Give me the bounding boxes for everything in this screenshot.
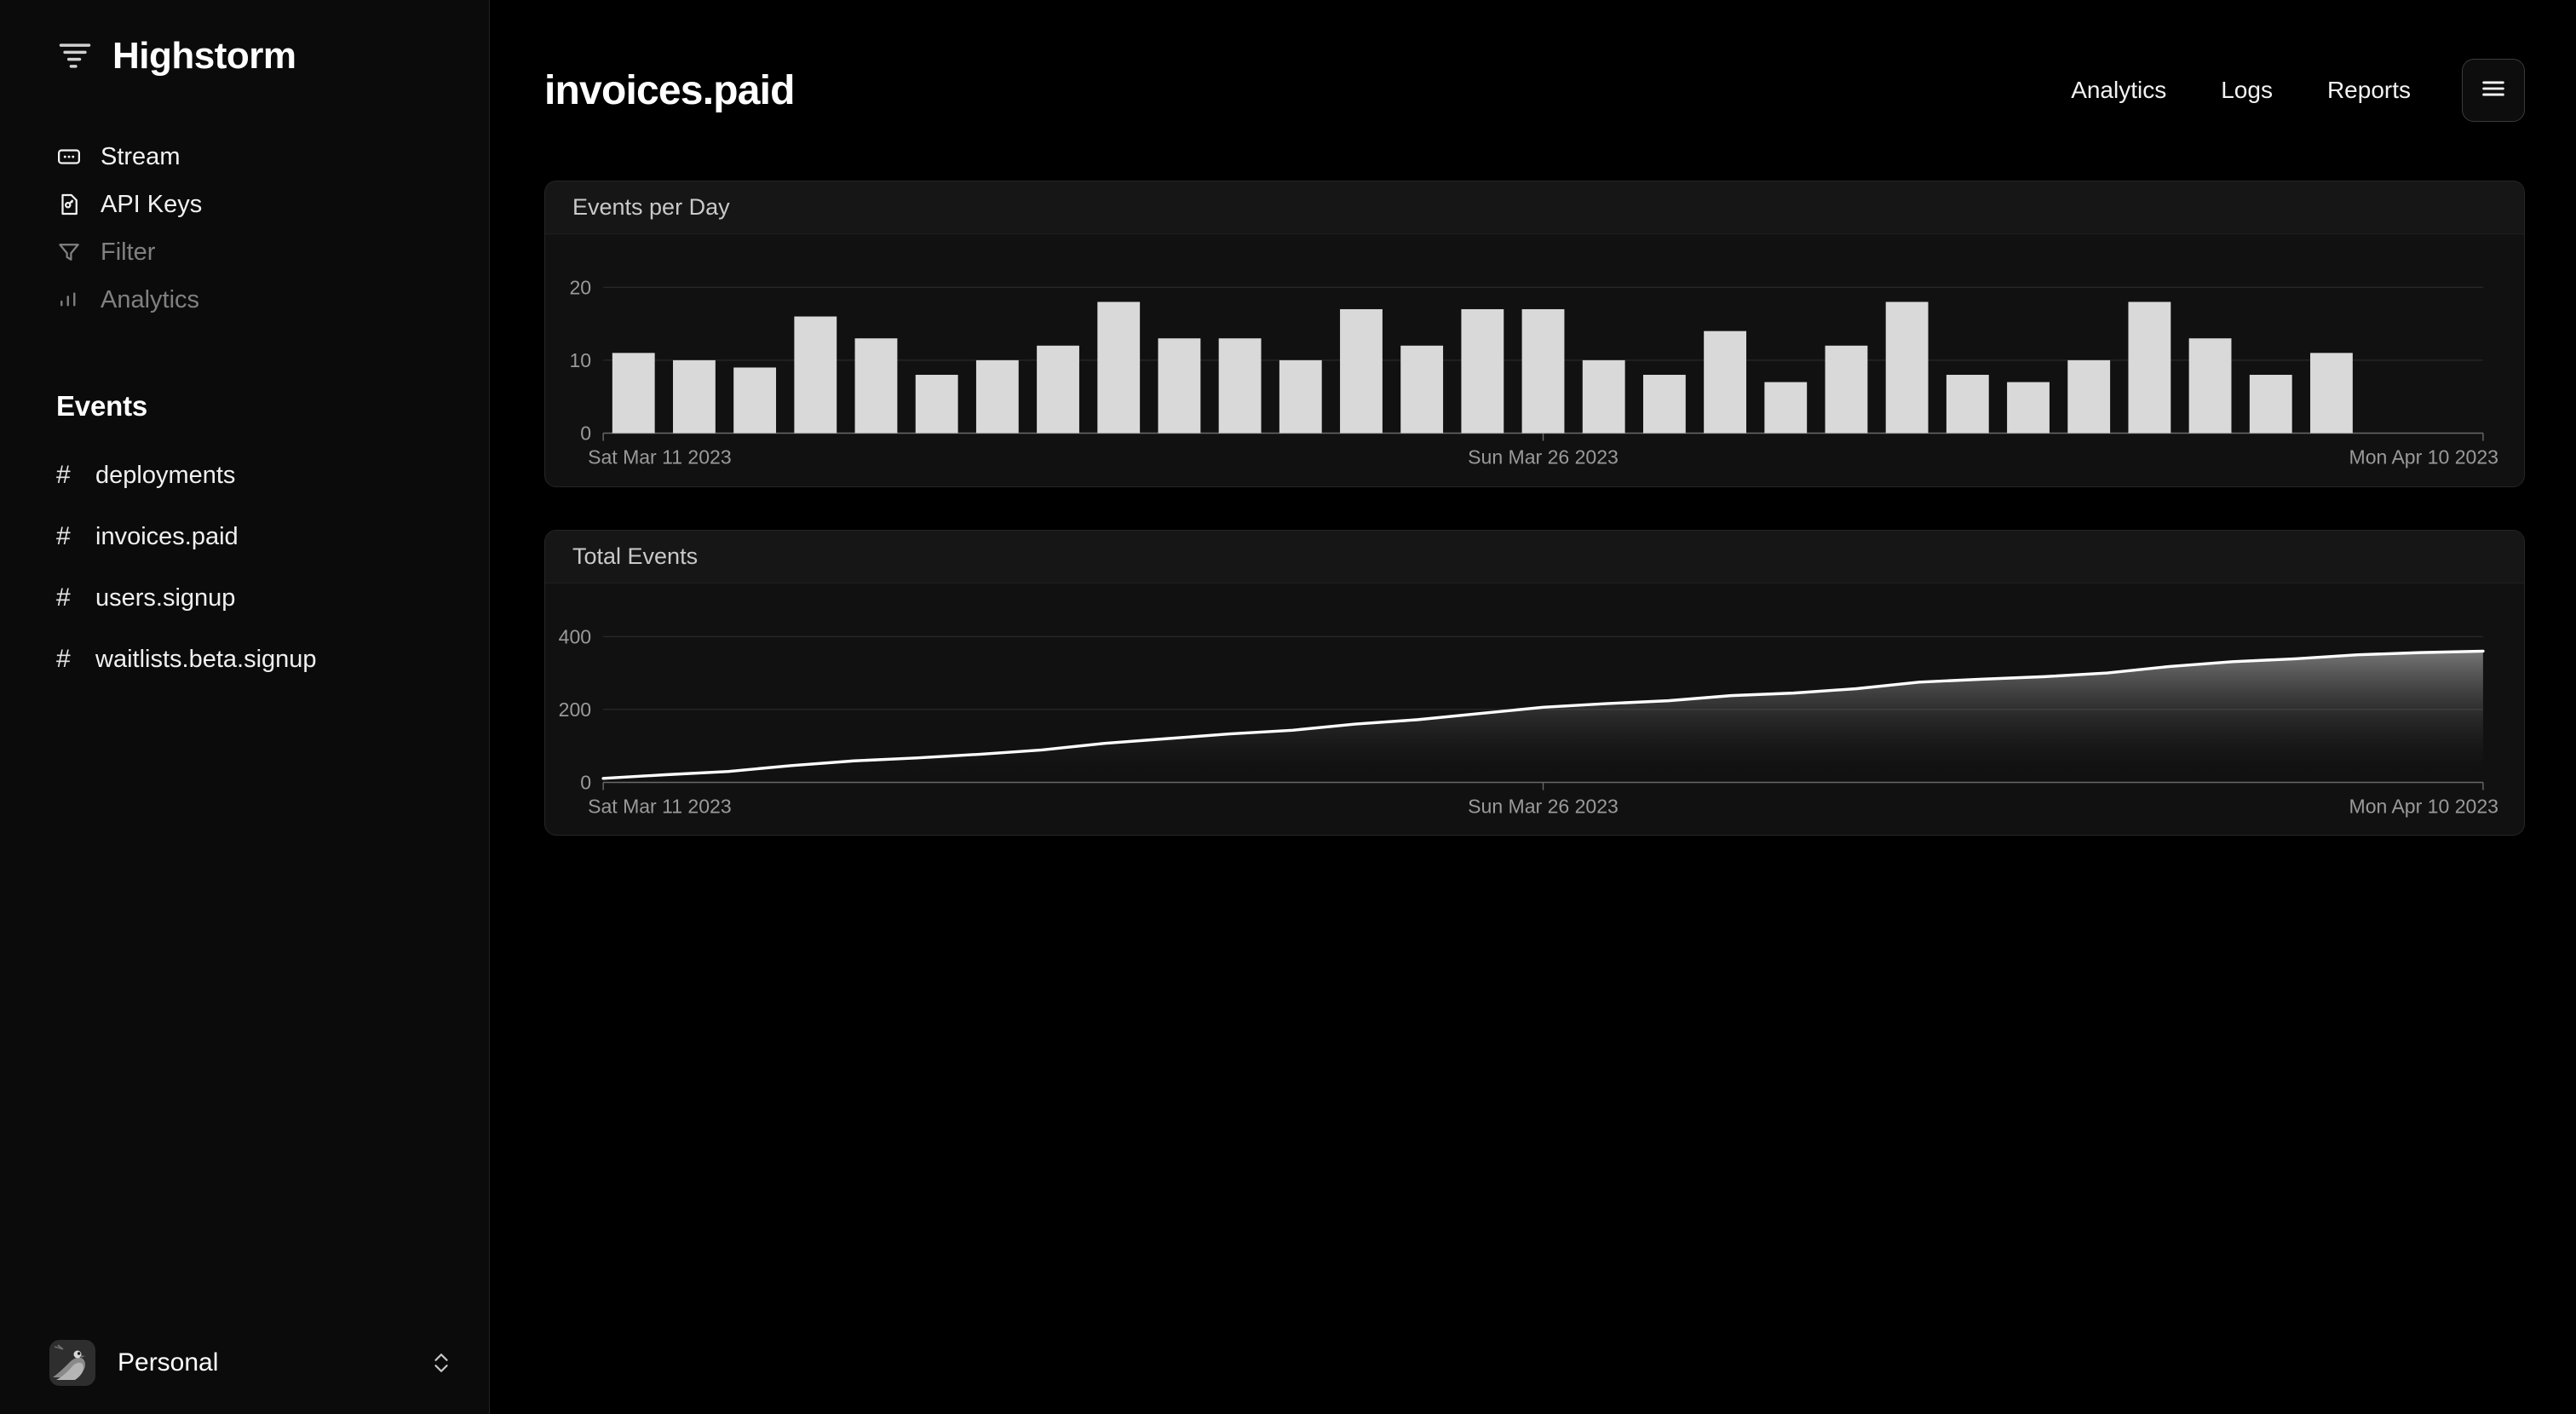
card-title: Total Events bbox=[572, 543, 699, 569]
card-body: 0 200 400 Sat Mar 11 2023 Sun Mar 26 2023 Mon… bbox=[545, 583, 2524, 836]
hamburger-menu-icon bbox=[2479, 74, 2508, 107]
stream-icon bbox=[56, 144, 82, 170]
svg-text:Mon Apr 10 2023: Mon Apr 10 2023 bbox=[2349, 446, 2498, 468]
svg-text:Sun Mar 26 2023: Sun Mar 26 2023 bbox=[1468, 446, 1619, 468]
event-list: # deployments # invoices.paid # users.si… bbox=[0, 445, 489, 690]
primary-nav: Stream API Keys Filter Analytics bbox=[0, 133, 489, 324]
hash-icon: # bbox=[56, 522, 71, 550]
sidebar: Highstorm Stream API Keys Filter Analyti… bbox=[0, 0, 490, 1414]
svg-text:400: 400 bbox=[559, 625, 591, 647]
svg-text:20: 20 bbox=[569, 276, 591, 298]
list-item[interactable]: # waitlists.beta.signup bbox=[56, 629, 489, 690]
tab-logs[interactable]: Logs bbox=[2194, 77, 2300, 104]
sidebar-item-label: Analytics bbox=[101, 285, 200, 313]
total-events-card: Total Events 0 200 400 Sat Mar 11 2023 Sun M… bbox=[544, 529, 2525, 836]
sidebar-item-label: API Keys bbox=[101, 190, 203, 218]
events-per-day-chart[interactable]: 0 10 20 Sat Mar 11 2023 Sun Mar 26 2023 Mon A… bbox=[545, 234, 2524, 486]
chevron-up-down-icon[interactable] bbox=[430, 1349, 452, 1377]
total-events-chart[interactable]: 0 200 400 Sat Mar 11 2023 Sun Mar 26 2023 Mon… bbox=[545, 583, 2524, 836]
event-name: users.signup bbox=[95, 583, 236, 612]
sidebar-item-filter[interactable]: Filter bbox=[56, 228, 489, 276]
list-item[interactable]: # users.signup bbox=[56, 567, 489, 629]
tab-analytics[interactable]: Analytics bbox=[2044, 77, 2194, 104]
list-item[interactable]: # invoices.paid bbox=[56, 506, 489, 567]
main-content: invoices.paid Analytics Logs Reports Eve… bbox=[490, 0, 2576, 1414]
card-title: Events per Day bbox=[572, 194, 730, 220]
card-header: Events per Day bbox=[545, 181, 2524, 234]
svg-text:10: 10 bbox=[569, 349, 591, 371]
filter-icon bbox=[56, 239, 82, 265]
list-item[interactable]: # deployments bbox=[56, 445, 489, 506]
card-body: 0 10 20 Sat Mar 11 2023 Sun Mar 26 2023 Mon A… bbox=[545, 234, 2524, 486]
brand-name: Highstorm bbox=[112, 35, 296, 77]
hash-icon: # bbox=[56, 583, 71, 612]
workspace-switcher[interactable]: Personal bbox=[0, 1312, 490, 1414]
svg-text:Sun Mar 26 2023: Sun Mar 26 2023 bbox=[1468, 795, 1619, 817]
page-title: invoices.paid bbox=[544, 67, 796, 113]
app-root: Highstorm Stream API Keys Filter Analyti… bbox=[0, 0, 2576, 1414]
hash-icon: # bbox=[56, 645, 71, 673]
svg-text:200: 200 bbox=[559, 698, 591, 721]
svg-text:0: 0 bbox=[580, 422, 591, 445]
events-section-heading: Events bbox=[56, 390, 148, 422]
event-name: deployments bbox=[95, 461, 236, 489]
sidebar-item-api-keys[interactable]: API Keys bbox=[56, 181, 489, 228]
card-header: Total Events bbox=[545, 530, 2524, 583]
charts-area: Events per Day 0 10 20 Sat Mar 11 2023 Sun M… bbox=[490, 181, 2576, 836]
svg-text:Sat Mar 11 2023: Sat Mar 11 2023 bbox=[588, 446, 732, 468]
hamburger-menu-button[interactable] bbox=[2462, 59, 2525, 122]
api-key-icon bbox=[56, 192, 82, 217]
events-per-day-card: Events per Day 0 10 20 Sat Mar 11 2023 Sun M… bbox=[544, 181, 2525, 487]
sidebar-item-label: Stream bbox=[101, 142, 181, 170]
svg-text:0: 0 bbox=[580, 771, 591, 793]
top-bar: invoices.paid Analytics Logs Reports bbox=[490, 0, 2576, 181]
top-nav: Analytics Logs Reports bbox=[2044, 59, 2525, 122]
avatar bbox=[49, 1340, 95, 1386]
sidebar-item-stream[interactable]: Stream bbox=[56, 133, 489, 181]
workspace-name: Personal bbox=[118, 1348, 219, 1377]
sidebar-item-analytics[interactable]: Analytics bbox=[56, 276, 489, 324]
tab-reports[interactable]: Reports bbox=[2300, 77, 2438, 104]
hash-icon: # bbox=[56, 461, 71, 489]
event-name: invoices.paid bbox=[95, 522, 239, 550]
brand[interactable]: Highstorm bbox=[0, 0, 489, 75]
svg-text:Mon Apr 10 2023: Mon Apr 10 2023 bbox=[2349, 795, 2498, 817]
sidebar-item-label: Filter bbox=[101, 238, 156, 266]
bar-chart-icon bbox=[56, 287, 82, 313]
storm-lines-icon bbox=[56, 37, 94, 75]
svg-text:Sat Mar 11 2023: Sat Mar 11 2023 bbox=[588, 795, 732, 817]
event-name: waitlists.beta.signup bbox=[95, 645, 317, 673]
